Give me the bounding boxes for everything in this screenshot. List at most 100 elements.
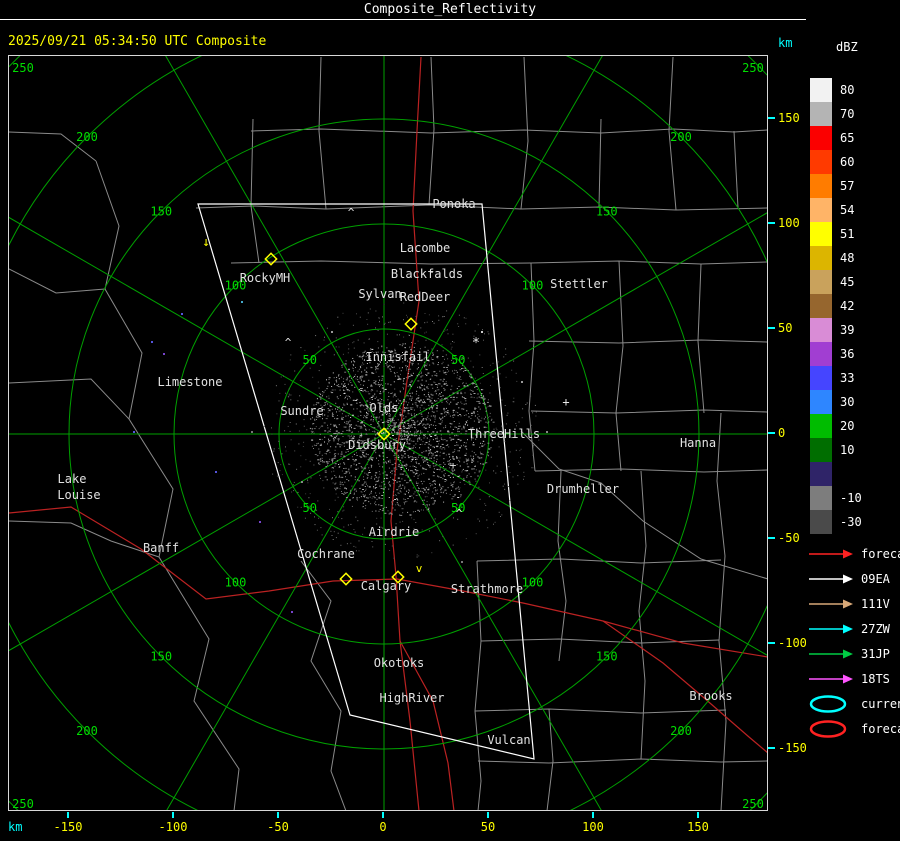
colorbar-swatch (810, 78, 832, 102)
colorbar-band: 54 (810, 198, 862, 222)
27zw-legend-row: 27ZW (808, 616, 900, 641)
colorbar-swatch (810, 102, 832, 126)
svg-text:+: + (450, 459, 457, 472)
svg-text:200: 200 (670, 724, 692, 738)
svg-text:250: 250 (12, 797, 34, 810)
legend-label: 31JP (861, 646, 890, 661)
colorbar-band: -10 (810, 486, 862, 510)
y-axis-label: 0 (778, 426, 786, 440)
svg-text:200: 200 (670, 130, 692, 144)
x-axis-label: 150 (687, 820, 709, 834)
x-axis-label: 100 (582, 820, 604, 834)
y-axis-tick (768, 642, 775, 644)
svg-text:Louise: Louise (57, 488, 100, 502)
svg-text:^: ^ (456, 507, 463, 520)
svg-text:*: * (472, 336, 480, 351)
18ts-arrow-icon (809, 674, 853, 683)
colorbar-band: 80 (810, 78, 862, 102)
x-axis-label: 0 (379, 820, 387, 834)
colorbar-band: -30 (810, 510, 862, 534)
svg-text:150: 150 (150, 204, 172, 218)
y-axis: 150 100 50 0 -50 -100 -150 (768, 0, 807, 841)
radar-map-panel[interactable]: 50 100 150 200 250 50 100 150 200 250 50 100 150 200 2… (8, 55, 768, 811)
svg-text:200: 200 (76, 130, 98, 144)
svg-text:^: ^ (285, 336, 292, 349)
colorbar-band: 39 (810, 318, 862, 342)
svg-text:Blackfalds: Blackfalds (391, 267, 463, 281)
svg-text:ThreeHills: ThreeHills (468, 427, 540, 441)
colorbar-swatch (810, 390, 832, 414)
colorbar-swatch (810, 270, 832, 294)
colorbar-band (810, 462, 862, 486)
current-ellipse-legend-row: current (808, 691, 900, 716)
legend-label: 18TS (861, 671, 890, 686)
y-axis-label: -150 (778, 741, 807, 755)
svg-text:200: 200 (76, 724, 98, 738)
svg-text:Okotoks: Okotoks (374, 656, 425, 670)
svg-text:v: v (416, 562, 423, 575)
x-axis-unit-label: km (8, 820, 23, 834)
legend-label: forecast (861, 546, 900, 561)
x-axis-label: 50 (480, 820, 496, 834)
colorbar-swatch (810, 198, 832, 222)
forecast-ellipse-legend-row: forecast (808, 716, 900, 741)
colorbar-swatch (810, 174, 832, 198)
colorbar-swatch (810, 318, 832, 342)
colorbar-swatch (810, 414, 832, 438)
svg-text:Brooks: Brooks (689, 689, 732, 703)
colorbar-swatch (810, 510, 832, 534)
svg-text:100: 100 (522, 575, 544, 589)
legend: forecast 09EA 111V 27ZW 31JP 18TS current forec… (808, 541, 900, 741)
colorbar-band-label: 33 (840, 371, 855, 385)
svg-text:50: 50 (303, 353, 317, 367)
svg-text:+: + (562, 395, 569, 409)
111v-arrow-icon (809, 599, 853, 608)
titlebar: Composite_Reflectivity (0, 0, 900, 20)
colorbar-band-label: 60 (840, 155, 855, 169)
svg-text:Hanna: Hanna (680, 436, 716, 450)
legend-label: forecast (861, 721, 900, 736)
forecast-arrow-icon (809, 549, 853, 558)
radar-map[interactable]: 50 100 150 200 250 50 100 150 200 250 50 100 150 200 2… (9, 56, 767, 810)
svg-text:↓: ↓ (202, 235, 210, 250)
x-axis-tick (277, 812, 279, 818)
x-axis-tick (487, 812, 489, 818)
x-axis-label: -150 (53, 820, 83, 834)
colorbar-band-label: 48 (840, 251, 855, 265)
colorbar-band-label: 10 (840, 443, 855, 457)
colorbar-swatch (810, 222, 832, 246)
colorbar-swatch (810, 438, 832, 462)
colorbar-swatch (810, 246, 832, 270)
svg-text:Drumheller: Drumheller (547, 482, 619, 496)
y-axis-label: -50 (778, 531, 800, 545)
svg-text:Strathmore: Strathmore (451, 582, 523, 596)
y-axis-label: 100 (778, 216, 800, 230)
09ea-arrow-icon (809, 574, 853, 583)
colorbar-band: 70 (810, 102, 862, 126)
y-axis-label: 50 (778, 321, 793, 335)
svg-text:HighRiver: HighRiver (379, 691, 444, 705)
y-axis-tick (768, 222, 775, 224)
colorbar-band-label: 45 (840, 275, 855, 289)
colorbar-title: dBZ (836, 40, 858, 54)
colorbar-band-label: 39 (840, 323, 855, 337)
colorbar-band-label: 36 (840, 347, 855, 361)
31jp-arrow-icon (809, 649, 853, 658)
colorbar-swatch (810, 366, 832, 390)
27zw-arrow-icon (809, 624, 853, 633)
svg-text:150: 150 (596, 204, 618, 218)
colorbar-band-label: -30 (840, 515, 862, 529)
svg-text:Limestone: Limestone (157, 375, 222, 389)
colorbar-band: 57 (810, 174, 862, 198)
radar-echoes (133, 271, 548, 613)
legend-label: 09EA (861, 571, 890, 586)
colorbar-scale: 80 70 65 60 57 54 51 48 45 42 39 36 33 30 20 10 -10 -30 (810, 78, 862, 534)
current-ellipse-icon (809, 694, 847, 713)
svg-text:RedDeer: RedDeer (400, 290, 451, 304)
colorbar-band-label: 54 (840, 203, 855, 217)
svg-text:50: 50 (451, 353, 465, 367)
colorbar-band: 10 (810, 438, 862, 462)
svg-text:100: 100 (225, 575, 247, 589)
svg-text:^: ^ (348, 206, 355, 219)
colorbar-panel: dBZ 80 70 65 60 57 54 51 48 45 42 39 36 33 30 20 10 -10 -… (806, 0, 900, 841)
